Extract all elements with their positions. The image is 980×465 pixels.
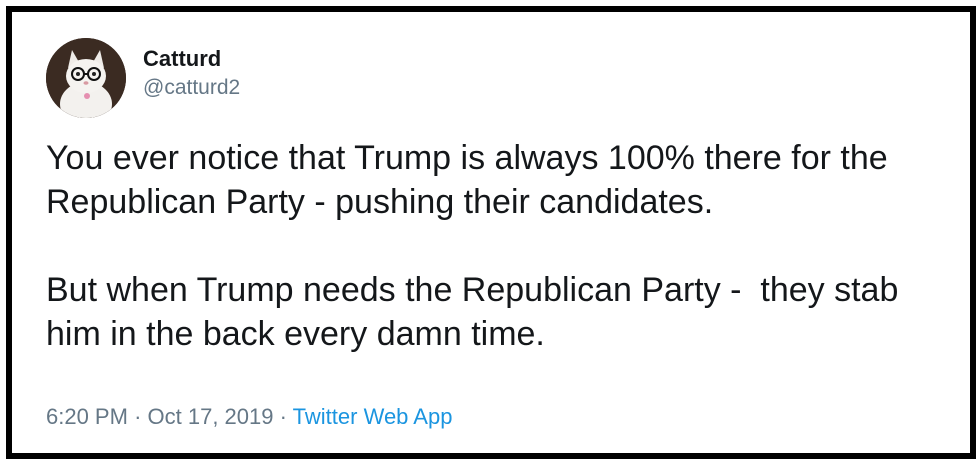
meta-separator: ·: [134, 404, 142, 429]
tweet-date[interactable]: Oct 17, 2019: [148, 404, 274, 429]
tweet-meta: 6:20 PM · Oct 17, 2019 · Twitter Web App: [46, 404, 452, 430]
cat-avatar-icon: [46, 38, 126, 118]
avatar[interactable]: [46, 38, 126, 118]
meta-separator: ·: [279, 404, 287, 429]
display-name[interactable]: Catturd: [143, 46, 221, 72]
tweet-time[interactable]: 6:20 PM: [46, 404, 128, 429]
tweet-body: You ever notice that Trump is always 100…: [46, 136, 956, 356]
tweet-source-link[interactable]: Twitter Web App: [293, 404, 453, 429]
tweet-paragraph: You ever notice that Trump is always 100…: [46, 139, 898, 221]
tweet-card: Catturd @catturd2 You ever notice that T…: [6, 6, 976, 459]
tweet-paragraph: But when Trump needs the Republican Part…: [46, 271, 908, 353]
user-handle[interactable]: @catturd2: [143, 76, 240, 100]
